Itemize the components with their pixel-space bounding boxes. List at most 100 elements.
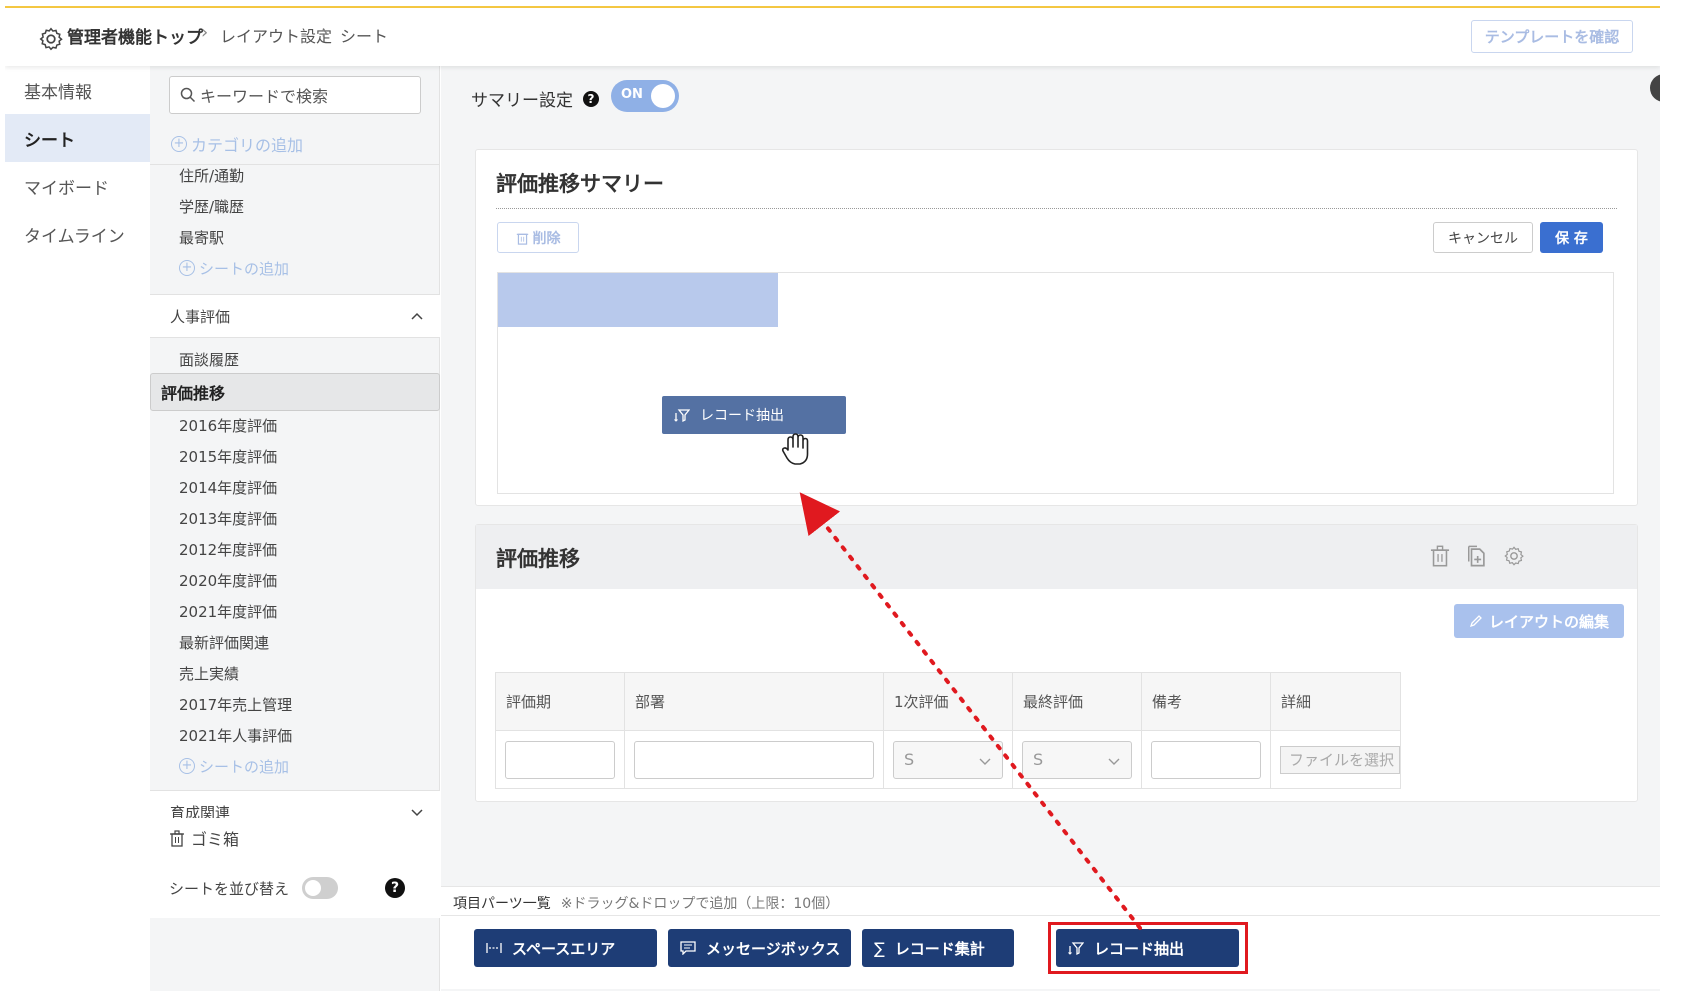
add-sheet-link[interactable]: + シートの追加: [150, 251, 440, 285]
add-sheet-label: シートの追加: [199, 757, 290, 776]
sheet-item[interactable]: 2015年度評価: [150, 439, 440, 473]
column-header: 備考: [1141, 672, 1271, 731]
collapse-panel-button[interactable]: ‹: [1650, 74, 1660, 102]
nav-item-myboard[interactable]: マイボード: [5, 162, 150, 210]
category-group-1: 住所/通勤 学歴/職歴 最寄駅 + シートの追加: [150, 158, 440, 285]
app-frame: 管理者機能トップ › レイアウト設定 › シート テンプレートを確認 基本情報 …: [5, 0, 1660, 991]
nav-item-sheet[interactable]: シート: [5, 114, 150, 162]
sheet-item[interactable]: 最新評価関連: [150, 625, 440, 659]
column-header: 部署: [624, 672, 884, 731]
column-header: 最終評価: [1012, 672, 1142, 731]
grab-cursor-icon: [781, 433, 809, 465]
summary-setting: サマリー設定 ?: [471, 86, 599, 111]
summary-drop-zone[interactable]: レコード抽出: [497, 272, 1614, 494]
summary-setting-label: サマリー設定: [471, 91, 573, 111]
column-header: 評価期: [495, 672, 625, 731]
header: 管理者機能トップ › レイアウト設定 › シート テンプレートを確認: [5, 8, 1660, 66]
edit-layout-button[interactable]: レイアウトの編集: [1454, 604, 1624, 638]
first-eval-select[interactable]: S: [893, 740, 1003, 779]
chevron-down-icon: [1108, 758, 1120, 765]
sheet-item[interactable]: 売上実績: [150, 656, 440, 690]
add-category-link[interactable]: + カテゴリの追加: [171, 132, 303, 156]
space-area-part-button[interactable]: スペースエリア: [474, 929, 657, 967]
first-eval-value: S: [904, 750, 915, 769]
chevron-down-icon: [979, 758, 991, 765]
toggle-on-label: ON: [621, 87, 643, 102]
add-sheet-link[interactable]: + シートの追加: [150, 749, 440, 783]
trash-icon: [516, 233, 528, 245]
cancel-button[interactable]: キャンセル: [1433, 222, 1533, 253]
final-eval-value: S: [1033, 750, 1044, 769]
trash-link[interactable]: ゴミ箱: [150, 818, 440, 858]
sort-sheets-row: シートを並び替え ?: [150, 858, 440, 918]
record-aggregate-label: レコード集計: [894, 939, 985, 958]
sheet-item[interactable]: 2012年度評価: [150, 532, 440, 566]
sheet-item[interactable]: 2020年度評価: [150, 563, 440, 597]
evaluation-sheet-card: 評価推移 レイアウトの編集 評価期 部署 1次評価 最終評価 備考 詳細 S S…: [475, 524, 1638, 802]
save-button[interactable]: 保 存: [1540, 222, 1603, 253]
record-aggregate-part-button[interactable]: ∑ レコード集計: [862, 929, 1014, 967]
column-header: 1次評価: [883, 672, 1013, 731]
sheet-item[interactable]: 2017年売上管理: [150, 687, 440, 721]
sheet-item[interactable]: 2021年人事評価: [150, 718, 440, 752]
space-area-icon: [486, 943, 502, 953]
delete-button[interactable]: 削除: [497, 222, 579, 253]
card-header: 評価推移: [476, 525, 1637, 589]
chevron-down-icon[interactable]: [410, 805, 424, 819]
filter-icon: [674, 409, 690, 423]
sheet-item[interactable]: 面談履歴: [150, 342, 440, 376]
sheet-item[interactable]: 最寄駅: [150, 220, 440, 254]
gear-icon[interactable]: [38, 26, 64, 52]
keyword-search-input[interactable]: キーワードで検索: [169, 76, 421, 114]
table-row: S S ファイルを選択: [495, 730, 1401, 789]
nav-item-timeline[interactable]: タイムライン: [5, 210, 150, 258]
dragging-record-extract-part[interactable]: レコード抽出: [662, 396, 846, 434]
parts-title: 項目パーツ一覧 ※ドラッグ&ドロップで追加（上限：10個）: [453, 893, 839, 913]
nav-item-basic-info[interactable]: 基本情報: [5, 66, 150, 114]
sheet-item[interactable]: 2016年度評価: [150, 408, 440, 442]
final-eval-select[interactable]: S: [1022, 740, 1132, 779]
notes-input[interactable]: [1151, 740, 1261, 779]
pencil-icon: [1469, 615, 1482, 628]
message-box-part-button[interactable]: メッセージボックス: [668, 929, 851, 967]
breadcrumb-separator: ›: [321, 22, 329, 43]
search-icon: [180, 87, 196, 103]
message-box-label: メッセージボックス: [706, 939, 841, 958]
summary-card: 評価推移サマリー 削除 キャンセル 保 存 レコード抽出: [475, 149, 1638, 506]
message-box-icon: [680, 941, 696, 955]
breadcrumb-admin-top[interactable]: 管理者機能トップ: [67, 23, 203, 48]
sheet-item-selected[interactable]: 評価推移: [150, 373, 440, 411]
trash-icon[interactable]: [1429, 545, 1451, 567]
delete-label: 削除: [532, 230, 561, 247]
plus-circle-icon: +: [179, 260, 195, 276]
trash-label: ゴミ箱: [191, 830, 240, 849]
category-title: 人事評価: [170, 307, 231, 326]
breadcrumb-layout-settings[interactable]: レイアウト設定: [220, 23, 332, 47]
department-input[interactable]: [634, 740, 874, 779]
sigma-icon: ∑: [874, 938, 885, 958]
period-input[interactable]: [505, 740, 615, 779]
file-select-button[interactable]: ファイルを選択: [1280, 745, 1400, 774]
divider: [441, 915, 1660, 916]
sheet-item[interactable]: 2014年度評価: [150, 470, 440, 504]
sheet-item[interactable]: 学歴/職歴: [150, 189, 440, 223]
copy-icon[interactable]: [1466, 545, 1488, 567]
help-icon[interactable]: ?: [583, 90, 599, 107]
help-icon[interactable]: ?: [385, 878, 405, 898]
plus-circle-icon: +: [171, 136, 187, 152]
summary-toggle[interactable]: ON: [611, 80, 679, 112]
chevron-up-icon[interactable]: [410, 309, 424, 323]
sheet-item[interactable]: 住所/通勤: [150, 158, 440, 192]
gear-icon[interactable]: [1503, 545, 1525, 567]
sort-sheets-toggle[interactable]: [302, 877, 338, 899]
check-template-button[interactable]: テンプレートを確認: [1471, 20, 1633, 53]
left-nav: 基本情報 シート マイボード タイムライン: [5, 66, 150, 991]
sheet-item[interactable]: 2021年度評価: [150, 594, 440, 628]
sheet-item[interactable]: 2013年度評価: [150, 501, 440, 535]
plus-circle-icon: +: [179, 758, 195, 774]
category-header-personnel-eval[interactable]: 人事評価: [150, 294, 440, 338]
search-placeholder: キーワードで検索: [200, 87, 329, 106]
column-header: 詳細: [1270, 672, 1401, 731]
edit-layout-label: レイアウトの編集: [1488, 612, 1609, 631]
breadcrumb-separator: ›: [201, 22, 209, 43]
